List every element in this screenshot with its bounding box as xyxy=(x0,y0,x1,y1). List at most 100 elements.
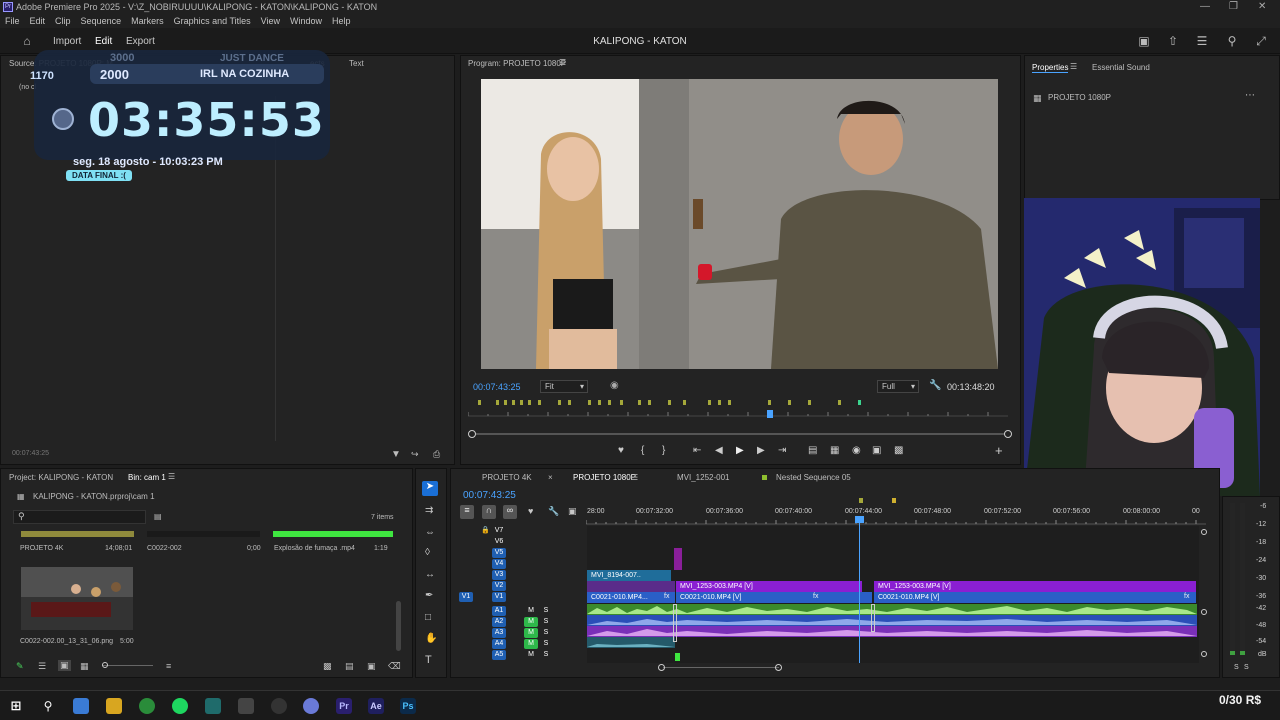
menu-clip[interactable]: Clip xyxy=(55,16,71,26)
mute-button[interactable]: M xyxy=(524,650,538,660)
project-search-input[interactable]: ⚲ xyxy=(13,510,146,524)
quality-select[interactable]: Full ▾ xyxy=(877,380,919,393)
chrome-icon[interactable] xyxy=(139,698,155,714)
transition-marker[interactable] xyxy=(673,604,677,642)
razor-icon[interactable]: ◊ xyxy=(425,547,430,558)
track-a5-label[interactable]: A5 xyxy=(492,650,506,660)
camera-icon[interactable]: ◉ xyxy=(852,445,861,456)
track-v1-label[interactable]: V1 xyxy=(492,592,506,602)
scroll-handle-left[interactable] xyxy=(658,664,665,671)
export-frame-icon[interactable]: ⎙ xyxy=(433,449,440,460)
tab-mvi-1252[interactable]: MVI_1252-001 xyxy=(677,473,729,482)
app-icon[interactable] xyxy=(238,698,254,714)
wrench-icon[interactable]: 🔧 xyxy=(929,380,941,391)
clip-v3[interactable]: MVI_8194-007.. xyxy=(587,570,671,581)
solo-button[interactable]: S xyxy=(539,617,553,627)
menu-view[interactable]: View xyxy=(261,16,280,26)
properties-menu-icon[interactable]: ☰ xyxy=(1070,62,1077,71)
mark-out-icon[interactable]: } xyxy=(662,445,665,456)
obs-icon[interactable] xyxy=(271,698,287,714)
solo-button[interactable]: S xyxy=(539,639,553,649)
file-explorer-icon[interactable] xyxy=(106,698,122,714)
lock-icon[interactable]: 🔒 xyxy=(481,526,490,536)
tab-projeto-4k[interactable]: PROJETO 4K xyxy=(482,473,532,482)
lift-icon[interactable]: ▤ xyxy=(808,445,817,456)
new-bin-icon[interactable]: ▤ xyxy=(154,512,162,521)
solo-right-button[interactable]: S xyxy=(1244,663,1249,673)
add-button-icon[interactable]: + xyxy=(995,443,1003,458)
track-a2-label[interactable]: A2 xyxy=(492,617,506,627)
item-name[interactable]: PROJETO 4K xyxy=(20,545,63,552)
tab-projeto-1080p[interactable]: PROJETO 1080P xyxy=(573,473,636,482)
restore-icon[interactable]: ❐ xyxy=(1229,0,1238,14)
track-v4-label[interactable]: V4 xyxy=(492,559,506,569)
fullscreen-icon[interactable]: ⤢ xyxy=(1254,34,1268,48)
solo-button[interactable]: S xyxy=(539,606,553,616)
item-name[interactable]: C0022-002.00_13_31_06.png xyxy=(20,638,113,645)
track-a4-label[interactable]: A4 xyxy=(492,639,506,649)
rectangle-icon[interactable]: □ xyxy=(425,612,431,623)
comparison-icon[interactable]: ▣ xyxy=(872,445,881,456)
solo-button[interactable]: S xyxy=(539,650,553,660)
item-name[interactable]: C0022-002 xyxy=(147,545,182,552)
share-icon[interactable]: ⇧ xyxy=(1166,34,1180,48)
list-view-icon[interactable]: ☰ xyxy=(38,661,46,672)
captions-icon[interactable]: ▣ xyxy=(568,506,577,517)
spotify-icon[interactable] xyxy=(172,698,188,714)
bin-menu-icon[interactable]: ☰ xyxy=(168,472,175,481)
copilot-icon[interactable] xyxy=(73,698,89,714)
go-to-in-icon[interactable]: ⇤ xyxy=(693,445,701,456)
search-icon[interactable]: ⚲ xyxy=(40,698,56,714)
vscroll-handle[interactable] xyxy=(1201,609,1207,615)
mute-button[interactable]: M xyxy=(524,628,538,638)
audio-keyframe[interactable] xyxy=(675,653,680,661)
timeline-ruler[interactable]: 28:00 00:07:32:00 00:07:36:00 00:07:40:0… xyxy=(586,507,1216,525)
app-icon[interactable] xyxy=(303,698,319,714)
program-time-ruler[interactable] xyxy=(467,398,1008,420)
insert-icon[interactable]: ↪ xyxy=(411,449,419,460)
windows-start-icon[interactable]: ⊞ xyxy=(8,698,24,714)
multicam-icon[interactable]: ▩ xyxy=(894,445,903,456)
linked-selection-icon[interactable]: ∞ xyxy=(503,505,517,519)
mute-button[interactable]: M xyxy=(524,606,538,616)
play-icon[interactable]: ▶ xyxy=(736,445,744,456)
scroll-handle-left[interactable] xyxy=(468,430,476,438)
extract-icon[interactable]: ▦ xyxy=(830,445,839,456)
track-v6-label[interactable]: V6 xyxy=(492,537,506,547)
clip-v1b[interactable]: C0021-010.MP4 [V] xyxy=(676,592,872,603)
step-forward-icon[interactable]: ▶ xyxy=(757,445,765,456)
track-a1-label[interactable]: A1 xyxy=(492,606,506,616)
menu-file[interactable]: File xyxy=(5,16,20,26)
close-icon[interactable]: ✕ xyxy=(1258,0,1266,14)
trash-icon[interactable]: ⌫ xyxy=(388,661,401,672)
bin-tab[interactable]: Bin: cam 1 xyxy=(128,473,166,482)
program-menu-icon[interactable]: ☰ xyxy=(559,58,566,67)
menu-edit[interactable]: Edit xyxy=(30,16,46,26)
premiere-taskbar-icon[interactable]: Pr xyxy=(336,698,352,714)
add-marker-icon[interactable]: ♥ xyxy=(618,445,624,456)
menu-markers[interactable]: Markers xyxy=(131,16,164,26)
freeform-view-icon[interactable]: ▦ xyxy=(80,661,89,672)
nest-icon[interactable]: ≡ xyxy=(460,505,474,519)
close-icon[interactable]: × xyxy=(548,473,553,482)
timeline-scrollbar[interactable] xyxy=(663,667,779,668)
marker-icon[interactable]: ◉ xyxy=(610,380,619,391)
workspace-icon[interactable]: ▣ xyxy=(1137,34,1151,48)
list-icon[interactable]: ☰ xyxy=(1195,34,1209,48)
clip-v1a[interactable]: C0021-010.MP4... xyxy=(587,592,675,603)
track-a3-label[interactable]: A3 xyxy=(492,628,506,638)
selection-tool-icon[interactable]: ➤ xyxy=(422,481,438,496)
filter-icon[interactable]: ▼ xyxy=(391,449,401,460)
sort-icon[interactable]: ≡ xyxy=(166,661,171,671)
menu-graphics[interactable]: Graphics and Titles xyxy=(174,16,251,26)
track-v7-label[interactable]: V7 xyxy=(492,526,506,536)
zoom-select[interactable]: Fit ▾ xyxy=(540,380,588,393)
clip-v2b[interactable]: MVI_1253-003.MP4 [V] xyxy=(874,581,1196,592)
search-icon[interactable]: ⚲ xyxy=(1225,34,1239,48)
scroll-handle-right[interactable] xyxy=(1004,430,1012,438)
solo-button[interactable]: S xyxy=(539,628,553,638)
source-patch-v1[interactable]: V1 xyxy=(459,592,473,602)
after-effects-icon[interactable]: Ae xyxy=(368,698,384,714)
tab-nested-sequence[interactable]: Nested Sequence 05 xyxy=(776,473,851,482)
properties-tab[interactable]: Properties xyxy=(1032,63,1069,73)
